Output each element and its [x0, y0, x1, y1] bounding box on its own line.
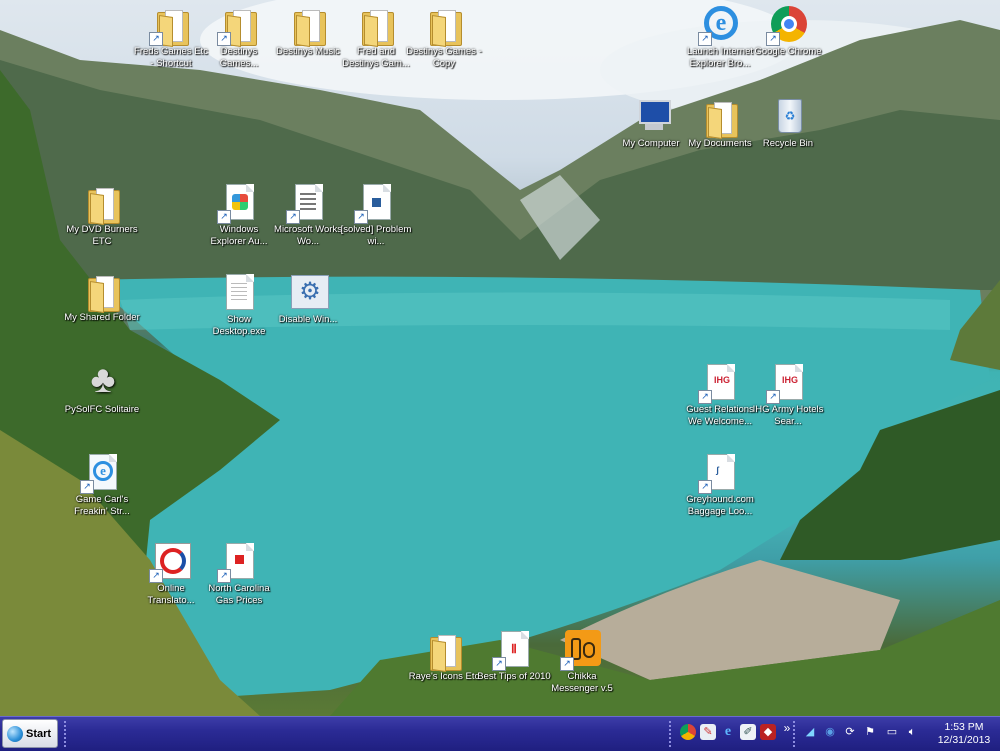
windows-orb-icon [7, 726, 23, 742]
file-icon [226, 274, 254, 310]
shortcut-arrow-icon: ↗ [766, 390, 780, 404]
shortcut-arrow-icon: ↗ [698, 480, 712, 494]
globe-icon[interactable]: ◉ [822, 724, 838, 740]
shortcut-arrow-icon: ↗ [149, 569, 163, 583]
folder-icon [88, 188, 120, 225]
tray-grip[interactable] [793, 721, 798, 747]
desktop-icon-greyhound[interactable]: ʃ ↗ Greyhound.com Baggage Loo... [680, 452, 760, 518]
recycle-bin-icon: ♻ [778, 99, 802, 133]
desktop-icon-my-dvd-burners[interactable]: My DVD Burners ETC [62, 182, 142, 248]
desktop-icon-show-desktop[interactable]: Show Desktop.exe [199, 272, 279, 338]
icon-label: My DVD Burners ETC [66, 224, 138, 247]
icon-label: Destinys Games... [219, 46, 259, 69]
folder-icon [362, 10, 394, 47]
computer-icon [639, 100, 671, 124]
shared-folder-icon [88, 276, 120, 313]
network-monitor-icon[interactable]: ▭ [884, 724, 900, 740]
icon-label: Chikka Messenger v.5 [551, 671, 613, 694]
folder-icon [430, 635, 462, 672]
icon-label: North Carolina Gas Prices [208, 583, 270, 606]
update-icon[interactable]: ⟳ [842, 724, 858, 740]
shortcut-arrow-icon: ↗ [492, 657, 506, 671]
desktop-icon-solved-problem[interactable]: ↗ [solved] Problem wi... [336, 182, 416, 248]
icon-label: Recycle Bin [762, 138, 814, 149]
shortcut-arrow-icon: ↗ [766, 32, 780, 46]
clock-time: 1:53 PM [944, 721, 984, 733]
internet-explorer-icon: e [93, 461, 113, 481]
shortcut-arrow-icon: ↗ [286, 210, 300, 224]
desktop-icon-windows-explorer[interactable]: ↗ Windows Explorer Au... [199, 182, 279, 248]
desktop-icon-destinys-games-copy[interactable]: Destinys Games - Copy [404, 4, 484, 70]
desktop-icon-recycle-bin[interactable]: ♻ Recycle Bin [748, 96, 828, 150]
desktop-icon-chikka-messenger[interactable]: ↗ Chikka Messenger v.5 [542, 629, 622, 695]
windows-logo-icon [232, 194, 248, 210]
shortcut-arrow-icon: ↗ [560, 657, 574, 671]
clubs-icon: ♣ [90, 359, 116, 401]
chrome-icon[interactable] [680, 724, 696, 740]
icon-label: My Computer [622, 138, 680, 149]
notepad-icon[interactable]: ✐ [740, 724, 756, 740]
icon-label: Show Desktop.exe [212, 314, 266, 337]
documents-folder-icon [706, 102, 738, 139]
gear-icon: ⚙ [291, 275, 329, 309]
shortcut-arrow-icon: ↗ [354, 210, 368, 224]
action-center-flag-icon[interactable]: ⚑ [862, 724, 878, 740]
icon-label: Greyhound.com Baggage Loo... [686, 494, 754, 517]
desktop-icon-google-chrome[interactable]: ↗ Google Chrome [748, 4, 828, 58]
start-button-label: Start [26, 728, 52, 740]
taskbar-clock[interactable]: 1:53 PM 12/31/2013 [936, 721, 992, 747]
folder-icon [430, 10, 462, 47]
folder-icon [294, 10, 326, 47]
shortcut-arrow-icon: ↗ [698, 32, 712, 46]
shortcut-arrow-icon: ↗ [217, 210, 231, 224]
icon-label: My Shared Folder [64, 312, 140, 323]
icon-label: Destinys Games - Copy [406, 46, 482, 69]
shortcut-arrow-icon: ↗ [217, 569, 231, 583]
document-tool-icon[interactable]: ✎ [700, 724, 716, 740]
shortcut-arrow-icon: ↗ [149, 32, 163, 46]
desktop-icon-north-carolina-gas-prices[interactable]: ↗ North Carolina Gas Prices [199, 541, 279, 607]
start-button[interactable]: Start [2, 719, 58, 748]
desktop-icon-my-computer[interactable]: My Computer [611, 96, 691, 150]
icon-label: Game Carl's Freakin' Str... [74, 494, 130, 517]
desktop-icon-destinys-games[interactable]: ↗ Destinys Games... [199, 4, 279, 70]
desktop-icon-game-carls[interactable]: e ↗ Game Carl's Freakin' Str... [62, 452, 142, 518]
shortcut-arrow-icon: ↗ [80, 480, 94, 494]
shortcut-arrow-icon: ↗ [698, 390, 712, 404]
desktop-wallpaper [0, 0, 1000, 716]
icon-label: [solved] Problem wi... [340, 224, 412, 247]
quicklaunch-grip[interactable] [669, 721, 674, 747]
icon-label: Google Chrome [754, 46, 822, 57]
desktop-icon-disable-win[interactable]: ⚙ Disable Win... [268, 272, 348, 326]
desktop-icon-pysolfc-solitaire[interactable]: ♣ PySolFC Solitaire [62, 359, 142, 416]
desktop-icon-my-shared-folder[interactable]: My Shared Folder [62, 270, 142, 324]
app-shortcut-icon[interactable]: ◆ [760, 724, 776, 740]
taskbar: Start ✎ e ✐ ◆ » ◢ ◉ ⟳ ⚑ ▭ 🔈︎ 1:53 PM 12/… [0, 716, 1000, 751]
shortcut-arrow-icon: ↗ [217, 32, 231, 46]
desktop-icon-rayes-icons[interactable]: Raye's Icons Etc [404, 629, 484, 683]
network-activity-icon[interactable]: ◢ [802, 724, 818, 740]
desktop-icon-ihg-army-hotels[interactable]: IHG ↗ IHG Army Hotels Sear... [748, 362, 828, 428]
icon-label: IHG Army Hotels Sear... [752, 404, 824, 427]
icon-label: Raye's Icons Etc [408, 671, 480, 682]
icon-label: PySolFC Solitaire [64, 404, 140, 415]
clock-date: 12/31/2013 [937, 734, 991, 746]
internet-explorer-icon[interactable]: e [720, 724, 736, 740]
taskbar-grip[interactable] [64, 721, 69, 747]
volume-icon[interactable]: 🔈︎ [904, 724, 920, 740]
icon-label: Disable Win... [278, 314, 338, 325]
icon-label: Windows Explorer Au... [210, 224, 268, 247]
